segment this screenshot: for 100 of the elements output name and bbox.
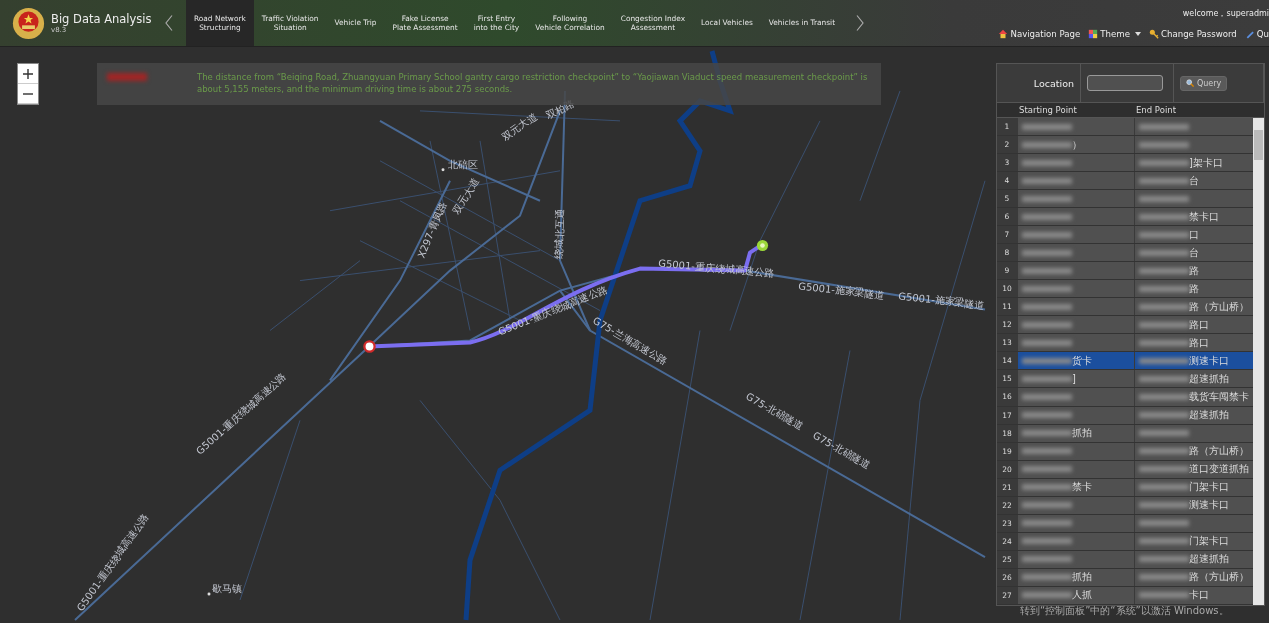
table-cell: 抓拍 — [1072, 570, 1092, 585]
plus-icon — [23, 68, 33, 79]
blurred-text — [1139, 177, 1189, 184]
blurred-text — [1139, 430, 1189, 437]
house-icon — [998, 28, 1009, 39]
location-field[interactable] — [1087, 75, 1163, 91]
table-cell: 门架卡口 — [1189, 534, 1229, 549]
table-cell: 口 — [1189, 227, 1199, 242]
map-label: 双元大道 — [499, 110, 539, 143]
blurred-text — [1022, 177, 1072, 184]
header-link[interactable]: Navigation Page — [998, 28, 1081, 39]
blurred-text — [1139, 538, 1189, 545]
table-cell: 路口 — [1189, 317, 1209, 332]
key-icon — [1149, 28, 1159, 39]
place-dot-icon — [207, 592, 211, 596]
blurred-text — [1022, 141, 1072, 148]
blurred-text — [1139, 213, 1189, 220]
blurred-text — [1022, 430, 1072, 437]
table-cell: 超速抓拍 — [1189, 371, 1229, 386]
table-cell: 门架卡口 — [1189, 480, 1229, 495]
blurred-text — [1139, 357, 1189, 364]
scrollbar-thumb[interactable] — [1254, 130, 1263, 160]
blurred-text — [1139, 484, 1189, 491]
table-cell: 人抓 — [1072, 588, 1092, 603]
header-link[interactable]: Qu — [1244, 28, 1269, 39]
table-cell: 路 — [1189, 281, 1199, 296]
blurred-text — [1022, 123, 1072, 130]
blurred-text — [1022, 231, 1072, 238]
palette-icon — [1088, 28, 1099, 39]
blurred-text — [1139, 502, 1189, 509]
table-cell: 卡口 — [1189, 588, 1209, 603]
table-cell: 路（方山桥） — [1189, 570, 1249, 585]
blurred-text — [1139, 592, 1189, 599]
blurred-text — [1022, 159, 1072, 166]
table-cell: 货卡 — [1072, 353, 1092, 368]
blurred-text — [1139, 267, 1189, 274]
blurred-text — [1139, 195, 1189, 202]
police-emblem-icon — [12, 6, 45, 40]
table-cell: 道口变道抓拍 — [1189, 462, 1249, 477]
table-cell: 测速卡口 — [1189, 498, 1229, 513]
zoom-in-button[interactable] — [18, 64, 38, 84]
blurred-text — [1022, 357, 1072, 364]
table-cell: 禁卡 — [1072, 480, 1092, 495]
blurred-text — [1022, 538, 1072, 545]
blurred-text — [1022, 412, 1072, 418]
blurred-text — [1139, 520, 1189, 527]
table-cell: 台 — [1189, 173, 1199, 188]
header-link[interactable]: Theme — [1088, 28, 1141, 39]
blurred-text — [1139, 394, 1189, 400]
map-label: 歇马镇 — [212, 583, 243, 595]
blurred-text — [1022, 484, 1072, 491]
blurred-text — [1139, 231, 1189, 238]
blurred-text — [1022, 321, 1072, 328]
query-button[interactable]: Query — [1180, 75, 1228, 91]
place-dot-icon — [441, 168, 445, 172]
blurred-text — [1022, 448, 1072, 455]
blurred-text — [1022, 466, 1072, 473]
map-label: 绕城北互通 — [553, 208, 566, 259]
blurred-text — [1022, 195, 1072, 202]
map-label: 双柏路 — [544, 98, 577, 121]
route-distance-message: The distance from “Beiqing Road, Zhuangyuan Primary School gantry cargo restriction checkpoint” to “Yaojiawan Viaduct speed measurement checkpoint” is about 5,155 meters, and the minimum driving time is about 275 seconds. — [197, 71, 869, 95]
blurred-text — [1139, 123, 1189, 130]
blurred-text — [1022, 574, 1072, 581]
scrollbar[interactable] — [1253, 118, 1264, 605]
blurred-text — [1022, 303, 1072, 310]
table-cell: ） — [1072, 137, 1082, 152]
blurred-label — [107, 73, 147, 81]
blurred-text — [1139, 285, 1189, 292]
app-title: Big Data Analysis — [51, 12, 152, 26]
blurred-text — [1139, 141, 1189, 148]
zoom-out-button[interactable] — [18, 84, 38, 104]
blurred-text — [1139, 303, 1189, 310]
map-label: G5001-施家梁隧道 — [897, 290, 986, 311]
blurred-text — [1139, 448, 1189, 455]
map-label: G5001-重庆绕城高速公路 — [657, 257, 776, 279]
caret-icon — [1135, 31, 1141, 36]
blurred-text — [1139, 556, 1189, 563]
blurred-text — [1139, 574, 1189, 581]
blurred-text — [1022, 556, 1072, 563]
map-label: 双元大道 — [450, 176, 481, 216]
location-label: Location — [997, 64, 1081, 102]
blurred-text — [1139, 339, 1189, 346]
table-cell: 路 — [1189, 263, 1199, 278]
activation-notice: 转到“控制面板”中的“系统”以激活 Windows。 — [1020, 605, 1229, 617]
table-cell: 路（方山桥） — [1189, 299, 1249, 314]
blurred-text — [1022, 213, 1072, 220]
chevron-left-icon[interactable] — [164, 14, 174, 32]
chevron-right-icon[interactable] — [855, 14, 866, 32]
search-icon — [1186, 79, 1194, 87]
blurred-text — [1139, 412, 1189, 418]
end-marker-icon — [756, 239, 769, 252]
blurred-text — [1139, 249, 1189, 256]
table-cell: 抓拍 — [1072, 426, 1092, 441]
table-cell: 台 — [1189, 245, 1199, 260]
welcome-text: welcome，superadmi — [1182, 7, 1269, 19]
blurred-text — [1022, 249, 1072, 256]
blurred-text — [1022, 267, 1072, 274]
blurred-text — [1139, 321, 1189, 328]
map-label: G75-兰海高速公路 — [591, 314, 670, 367]
header-link[interactable]: Change Password — [1149, 28, 1237, 39]
